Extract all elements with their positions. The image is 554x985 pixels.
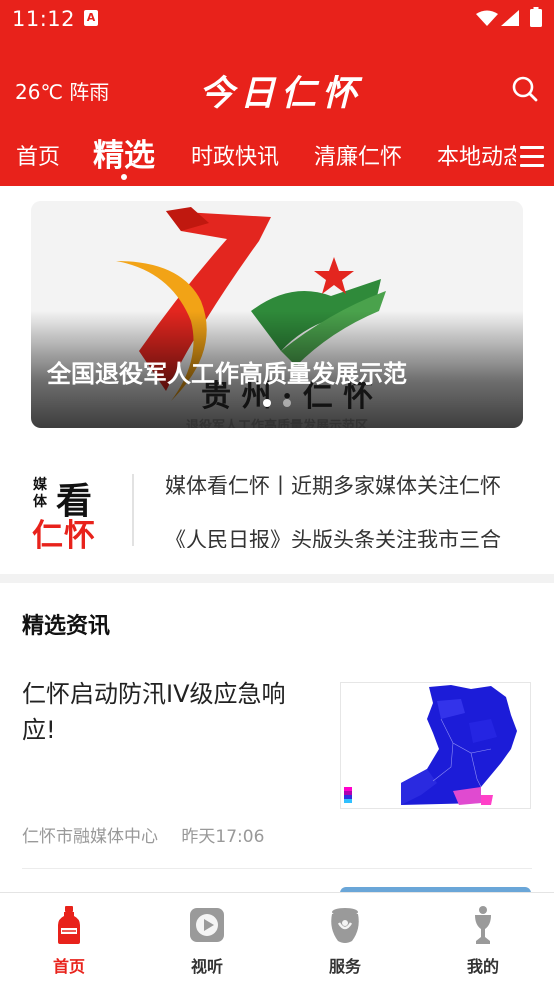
- tab-local-news[interactable]: 本地动态: [437, 130, 516, 186]
- bottom-nav-label: 我的: [466, 957, 499, 976]
- bottom-nav-label: 服务: [328, 957, 361, 976]
- banner-carousel[interactable]: 贵 州 · 仁 怀 全国退役军人工作高质量发展示范 退役军人工作高质量发展示范区: [31, 201, 523, 428]
- cellular-signal-icon: [501, 10, 519, 26]
- carousel-dot-active: [263, 399, 271, 407]
- media-logo-char: 体: [33, 494, 47, 510]
- menu-icon[interactable]: [520, 146, 544, 168]
- bottom-nav-label: 首页: [52, 957, 85, 976]
- news-headline: 仁怀启动防汛IV级应急响应!: [22, 680, 286, 744]
- media-headline-ticker[interactable]: 媒体看仁怀丨近期多家媒体关注仁怀 《人民日报》头版头条关注我市三合: [165, 462, 554, 548]
- rainfall-map-thumbnail: [340, 682, 531, 809]
- status-bar: 11:12 A: [0, 0, 554, 38]
- bottom-navigation: 首页 视听 服务 我的: [0, 892, 554, 985]
- news-source: 仁怀市融媒体中心: [22, 827, 158, 847]
- carousel-indicator: [31, 399, 523, 407]
- bottom-nav-home[interactable]: 首页: [0, 893, 138, 985]
- tab-label: 精选: [93, 138, 155, 174]
- tab-label: 本地动态: [437, 145, 516, 170]
- banner-title: 全国退役军人工作高质量发展示范: [47, 360, 407, 388]
- bottom-nav-video[interactable]: 视听: [138, 893, 276, 985]
- banner-subtitle: 退役军人工作高质量发展示范区: [185, 419, 368, 428]
- news-meta: 仁怀市融媒体中心 昨天17:06: [22, 822, 264, 847]
- top-header: 11:12 A 26℃ 阵雨 今日仁怀 首页 精选 时政快讯 清廉仁怀 本地动态: [0, 0, 554, 186]
- a-app-icon: A: [84, 10, 98, 26]
- profile-trophy-icon: [475, 906, 491, 944]
- tab-label: 清廉仁怀: [314, 145, 403, 170]
- search-icon[interactable]: [511, 75, 539, 103]
- tab-clean-renhuai[interactable]: 清廉仁怀: [314, 130, 402, 186]
- wifi-icon: [476, 10, 498, 26]
- section-title: 精选资讯: [22, 614, 111, 639]
- news-time: 昨天17:06: [181, 827, 265, 847]
- divider: [132, 474, 134, 546]
- divider: [22, 868, 532, 869]
- bottom-nav-profile[interactable]: 我的: [414, 893, 552, 985]
- media-logo[interactable]: 媒 体 看 仁怀: [30, 472, 102, 554]
- tab-home[interactable]: 首页: [16, 130, 60, 186]
- media-logo-red-text: 仁怀: [32, 518, 96, 554]
- app-logo: 今日仁怀: [199, 73, 364, 114]
- app-screen: 11:12 A 26℃ 阵雨 今日仁怀 首页 精选 时政快讯 清廉仁怀 本地动态…: [0, 0, 554, 985]
- ticker-headline: 《人民日报》头版头条关注我市三合: [165, 528, 501, 548]
- active-tab-indicator: [121, 174, 127, 180]
- battery-icon: [530, 7, 542, 27]
- tab-label: 首页: [16, 145, 61, 170]
- status-time: 11:12: [12, 7, 76, 31]
- home-bottle-icon: [58, 906, 80, 944]
- video-play-icon: [190, 908, 224, 942]
- tab-label: 时政快讯: [191, 145, 280, 170]
- bottom-nav-label: 视听: [190, 957, 223, 976]
- tab-politics-news[interactable]: 时政快讯: [191, 130, 279, 186]
- ticker-headline: 媒体看仁怀丨近期多家媒体关注仁怀: [165, 474, 501, 498]
- carousel-dot: [283, 399, 291, 407]
- section-separator: [0, 574, 554, 583]
- channel-tabs: 首页 精选 时政快讯 清廉仁怀 本地动态: [0, 130, 516, 186]
- news-item[interactable]: 仁怀启动防汛IV级应急响应! 仁怀市融媒体中心 昨天17:06: [22, 672, 532, 868]
- service-jar-icon: [331, 908, 359, 943]
- bottom-nav-service[interactable]: 服务: [276, 893, 414, 985]
- weather-label: 26℃ 阵雨: [15, 80, 110, 104]
- tab-featured[interactable]: 精选: [93, 130, 155, 184]
